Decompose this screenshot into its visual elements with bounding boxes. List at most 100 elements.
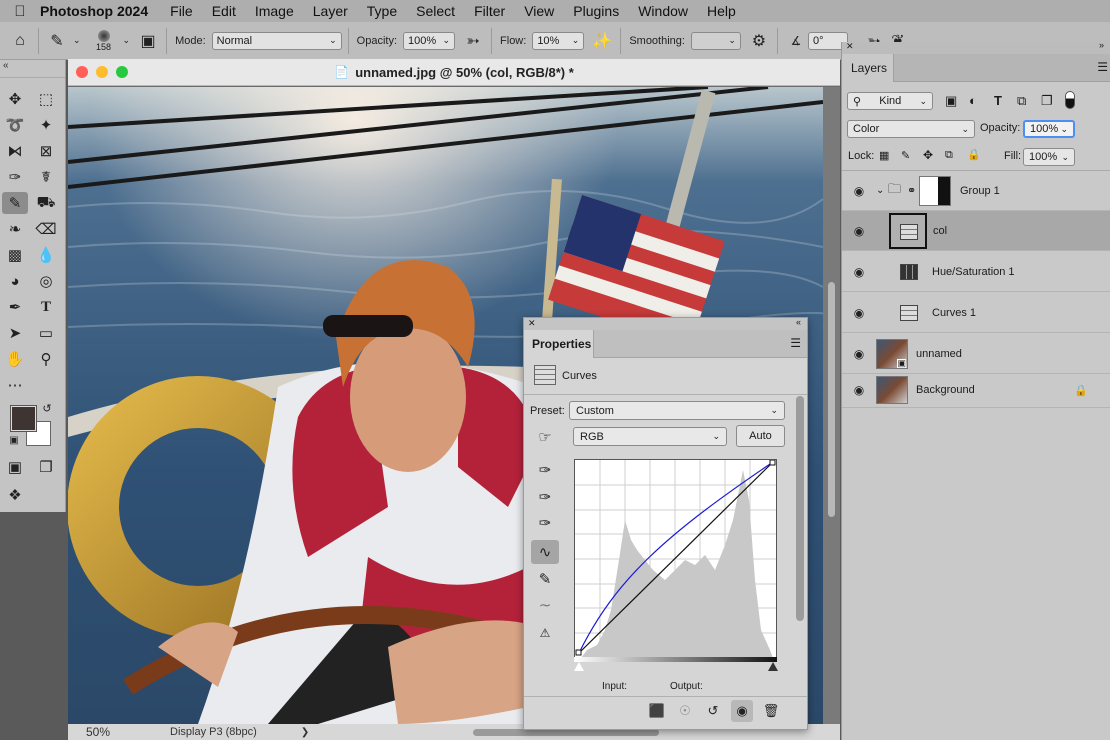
link-icon[interactable]: ⚭ <box>907 184 916 197</box>
chevron-down-icon[interactable]: ⌄ <box>876 185 884 196</box>
lock-all-icon[interactable]: 🔒 <box>967 148 981 161</box>
type-tool-icon[interactable]: T <box>33 296 59 318</box>
menu-type[interactable]: Type <box>367 3 397 19</box>
filter-smart-object-icon[interactable]: ❐ <box>1041 93 1053 109</box>
tab-properties[interactable]: Properties <box>524 330 594 358</box>
close-window-button[interactable] <box>76 66 88 78</box>
marquee-tool-icon[interactable]: ⬚ <box>33 88 59 110</box>
auto-button[interactable]: Auto <box>736 425 785 447</box>
close-panel-icon[interactable]: ✕ <box>846 41 854 52</box>
default-colors-icon[interactable]: ▣ <box>6 432 22 448</box>
eyedropper-tool-icon[interactable]: ✑ <box>2 166 28 188</box>
menu-image[interactable]: Image <box>255 3 294 19</box>
color-profile[interactable]: Display P3 (8bpc) <box>170 726 257 738</box>
blur-tool-icon[interactable]: 💧 <box>33 244 59 266</box>
eraser-tool-icon[interactable]: ⌫ <box>33 218 59 240</box>
lasso-tool-icon[interactable]: ➰ <box>2 114 28 136</box>
path-selection-tool-icon[interactable]: ➤ <box>2 322 28 344</box>
lock-pixels-icon[interactable]: ✎ <box>901 149 910 162</box>
visibility-eye-icon[interactable]: ◉ <box>850 347 868 361</box>
quick-mask-icon[interactable]: ▣ <box>2 456 28 478</box>
smoothing-field[interactable]: ⌄ <box>690 31 741 50</box>
close-panel-icon[interactable]: ✕ <box>528 318 536 329</box>
menu-select[interactable]: Select <box>416 3 455 19</box>
layer-row[interactable]: ◉ ▣ unnamed <box>842 334 1110 374</box>
mode-select[interactable]: Normal ⌄ <box>211 31 342 50</box>
black-point-eyedropper-icon[interactable]: ✑ <box>531 458 559 482</box>
home-icon[interactable]: ⌂ <box>8 29 32 53</box>
panel-menu-icon[interactable]: ☰ <box>790 336 801 350</box>
pen-tool-icon[interactable]: ✒ <box>2 296 28 318</box>
white-point-eyedropper-icon[interactable]: ✑ <box>531 511 559 535</box>
layer-row[interactable]: ◉ Curves 1 <box>842 293 1110 333</box>
visibility-eye-icon[interactable]: ◉ <box>850 184 868 198</box>
reset-icon[interactable]: ↺ <box>702 700 724 722</box>
smooth-curve-icon[interactable]: ∼ <box>531 593 559 617</box>
preset-select[interactable]: Custom ⌄ <box>569 401 785 420</box>
edit-points-curve-icon[interactable]: ∿ <box>531 540 559 564</box>
filter-type-icon[interactable]: T <box>994 93 1002 108</box>
filter-shape-icon[interactable]: ⧉ <box>1017 93 1026 109</box>
zoom-level[interactable]: 50% <box>68 725 128 739</box>
screen-mode-icon[interactable]: ❐ <box>33 456 59 478</box>
zoom-window-button[interactable] <box>116 66 128 78</box>
lock-position-icon[interactable]: ✥ <box>923 148 933 162</box>
white-input-slider[interactable] <box>768 662 778 671</box>
opacity-field[interactable]: 100% ⌄ <box>403 31 456 50</box>
view-previous-state-icon[interactable]: ☉ <box>674 700 696 722</box>
more-tools-icon[interactable]: ⋯ <box>2 374 28 396</box>
blend-mode-select[interactable]: Color ⌄ <box>847 120 975 138</box>
visibility-eye-icon[interactable]: ◉ <box>850 383 868 397</box>
panel-menu-icon[interactable]: ☰ <box>1097 60 1108 74</box>
brush-tool-icon[interactable]: ✎ <box>2 192 28 214</box>
dodge-tool-icon[interactable]: ◕ <box>2 270 28 292</box>
menu-edit[interactable]: Edit <box>212 3 236 19</box>
layer-row[interactable]: ◉ ⌄ 🗀 ⚭ Group 1 <box>842 171 1110 211</box>
collapse-icon[interactable]: « <box>0 60 65 78</box>
scrollbar-thumb[interactable] <box>828 282 835 517</box>
chevron-right-icon[interactable]: ❯ <box>301 727 309 738</box>
lock-transparency-icon[interactable]: ▦ <box>879 149 889 162</box>
swap-colors-icon[interactable]: ↺ <box>38 400 56 416</box>
sponge-tool-icon[interactable]: ◎ <box>33 270 59 292</box>
visibility-eye-icon[interactable]: ◉ <box>850 224 868 238</box>
menu-filter[interactable]: Filter <box>474 3 505 19</box>
gear-icon[interactable]: ⚙ <box>747 29 771 53</box>
menu-window[interactable]: Window <box>638 3 688 19</box>
menu-help[interactable]: Help <box>707 3 736 19</box>
apple-menu-icon[interactable]:  <box>0 3 40 20</box>
chevron-down-icon[interactable]: ⌄ <box>123 35 131 46</box>
move-tool-icon[interactable]: ✥ <box>2 88 28 110</box>
frame-tool-icon[interactable]: ⊠ <box>33 140 59 162</box>
layer-thumbnail[interactable] <box>876 376 908 404</box>
collapse-panel-icon[interactable]: » <box>1099 40 1104 50</box>
menu-view[interactable]: View <box>524 3 554 19</box>
layer-row[interactable]: ◉ col <box>842 211 1110 251</box>
hand-tool-icon[interactable]: ✋ <box>2 348 28 370</box>
lock-artboard-icon[interactable]: ⧉ <box>945 149 953 162</box>
channel-select[interactable]: RGB ⌄ <box>573 427 727 446</box>
magic-wand-tool-icon[interactable]: ✦ <box>33 114 59 136</box>
menu-file[interactable]: File <box>170 3 193 19</box>
minimize-window-button[interactable] <box>96 66 108 78</box>
menu-layer[interactable]: Layer <box>313 3 348 19</box>
draw-curve-pencil-icon[interactable]: ✎ <box>531 567 559 591</box>
history-brush-tool-icon[interactable]: ❧ <box>2 218 28 240</box>
visibility-eye-icon[interactable]: ◉ <box>731 700 753 722</box>
panel-scrollbar-thumb[interactable] <box>796 396 804 621</box>
rectangle-tool-icon[interactable]: ▭ <box>33 322 59 344</box>
filter-kind-select[interactable]: ⚲ Kind ⌄ <box>847 92 933 110</box>
clip-to-layer-icon[interactable]: ⬛ <box>646 700 668 722</box>
filter-toggle-icon[interactable] <box>1065 91 1075 109</box>
visibility-eye-icon[interactable]: ◉ <box>850 265 868 279</box>
trash-icon[interactable]: 🗑 <box>760 700 782 722</box>
visibility-eye-icon[interactable]: ◉ <box>850 306 868 320</box>
generative-ai-icon[interactable]: ❖ <box>2 484 28 506</box>
curves-graph[interactable] <box>574 459 777 659</box>
filter-adjustment-icon[interactable]: ◐ <box>969 93 977 108</box>
brush-preset-picker[interactable]: 158 <box>89 26 119 56</box>
layer-thumbnail[interactable] <box>889 213 927 249</box>
fill-field[interactable]: 100% ⌄ <box>1023 148 1075 166</box>
clipping-warning-icon[interactable]: ⚠ <box>531 621 559 645</box>
on-image-adjust-icon[interactable]: ☞ <box>531 425 559 449</box>
